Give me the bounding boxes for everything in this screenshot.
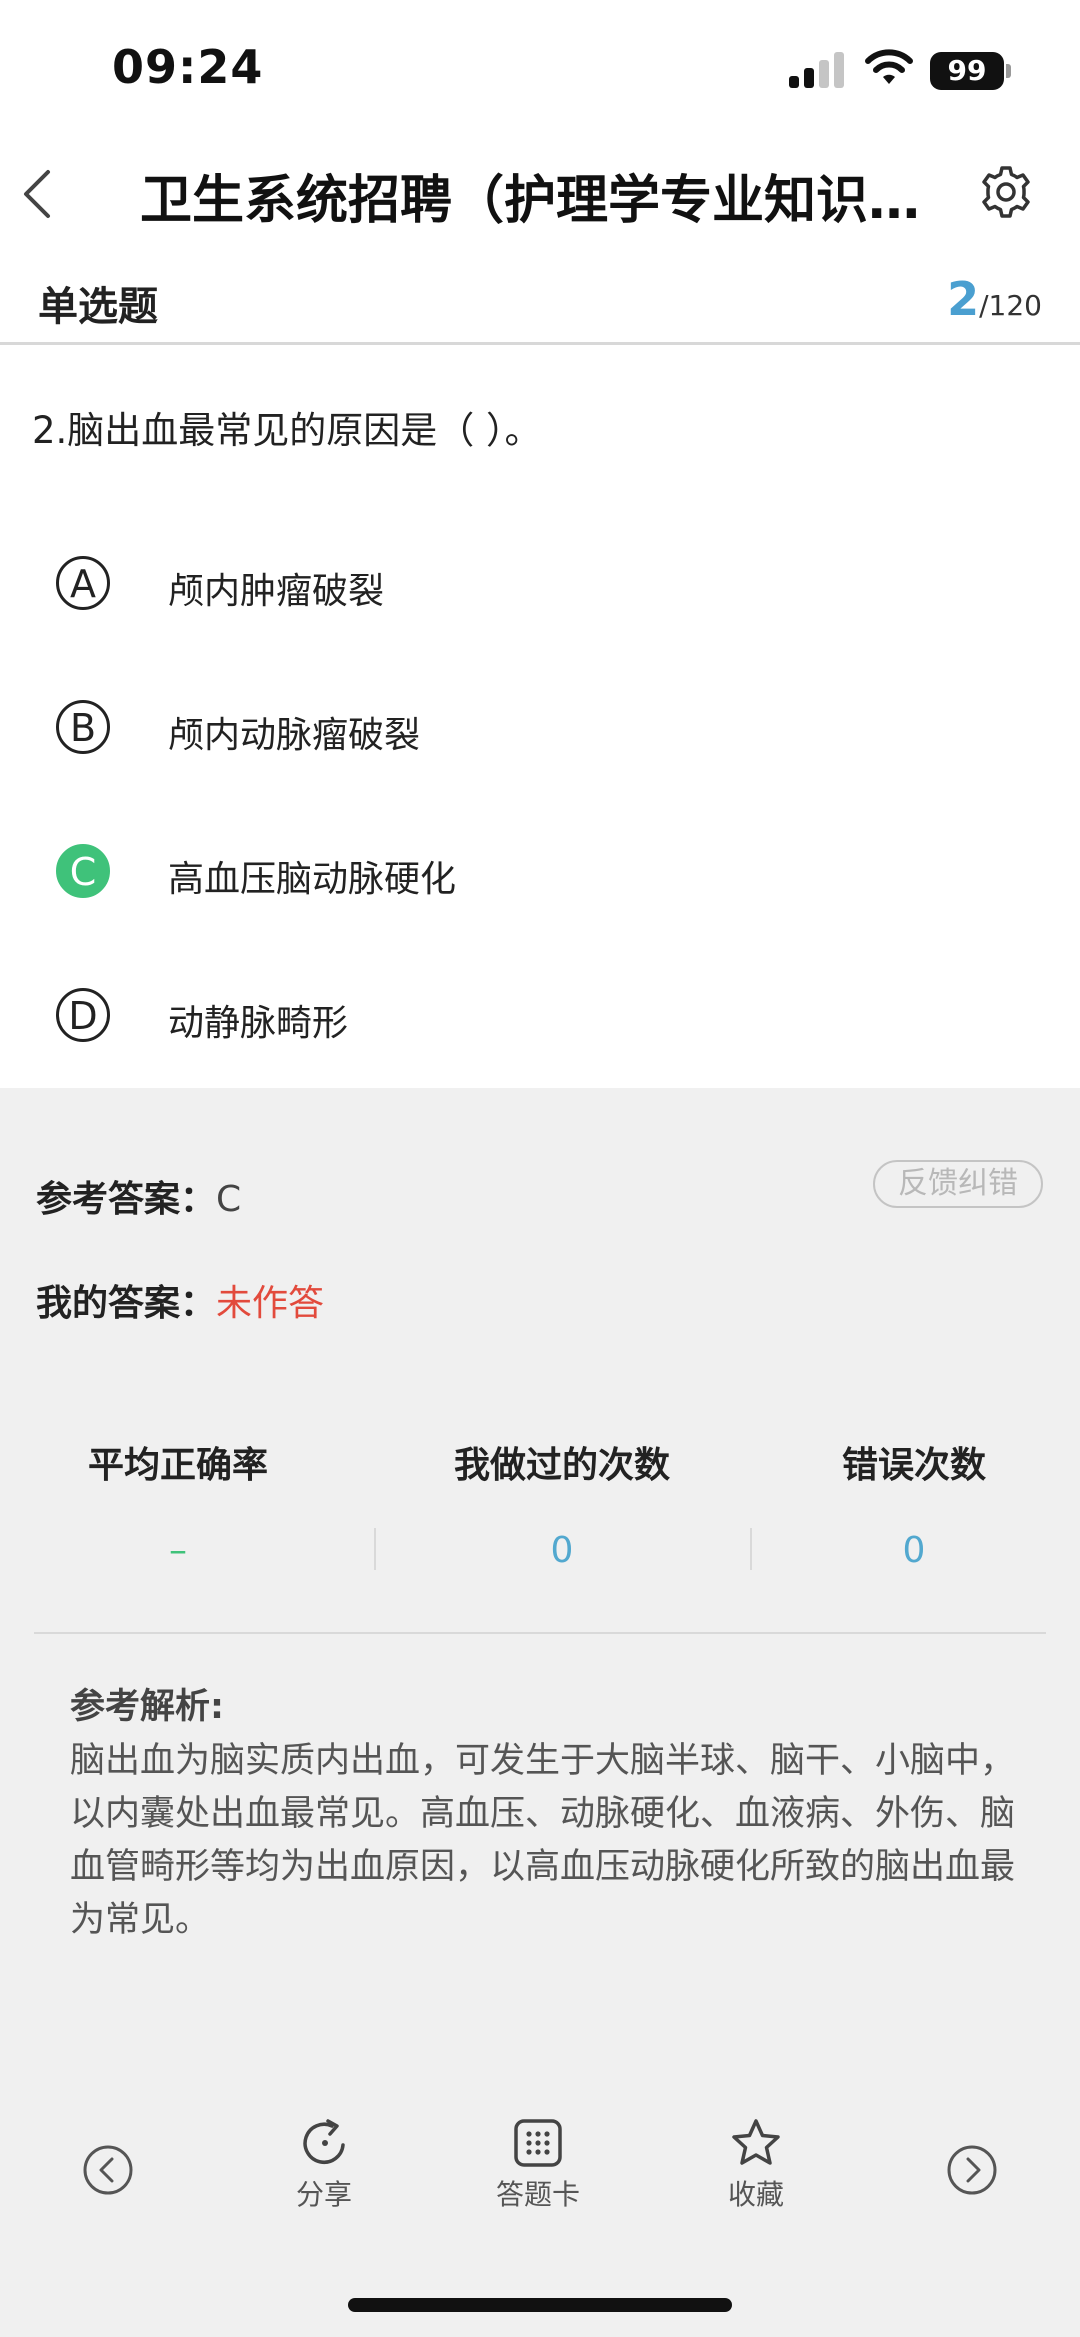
prev-button[interactable] [48, 2143, 168, 2197]
analysis-section: 参考解析: 脑出血为脑实质内出血，可发生于大脑半球、脑干、小脑中，以内囊处出血最… [70, 1678, 1020, 1947]
back-chevron-icon[interactable] [14, 164, 64, 224]
question-type-label: 单选题 [38, 284, 158, 330]
signal-icon [789, 52, 845, 88]
answer-card-label: 答题卡 [495, 2178, 580, 2211]
wifi-icon [865, 49, 913, 84]
star-icon [732, 2119, 780, 2165]
reference-answer-row: 参考答案：C [36, 1170, 241, 1222]
current-question-number: 2 [947, 272, 980, 326]
section-header: 单选题 2/120 [0, 262, 1080, 345]
option-label: 高血压脑动脉硬化 [168, 859, 457, 900]
stat-label: 平均正确率 [87, 1445, 268, 1486]
favorite-label: 收藏 [727, 2178, 784, 2211]
next-icon [947, 2145, 997, 2195]
my-answer-value: 未作答 [216, 1283, 325, 1324]
option-letter: A [56, 556, 110, 610]
grid-icon [514, 2119, 562, 2167]
page-title: 卫生系统招聘（护理学专业知识… [140, 171, 921, 231]
option-letter-correct: C [56, 844, 110, 898]
stat-label: 我做过的次数 [453, 1445, 670, 1486]
stat-value: – [169, 1530, 187, 1571]
answer-card-button[interactable]: 答题卡 [478, 2115, 598, 2213]
stat-value: 0 [902, 1530, 926, 1571]
stat-attempt-count: 我做过的次数 0 [412, 1436, 712, 1571]
question-text: 2.脑出血最常见的原因是（ ）。 [32, 409, 542, 452]
stat-label: 错误次数 [841, 1445, 986, 1486]
share-refresh-icon [303, 2119, 345, 2165]
my-answer-row: 我的答案：未作答 [36, 1274, 324, 1326]
battery-tip [1006, 64, 1011, 78]
option-b[interactable]: B 颅内动脉瘤破裂 [56, 694, 1036, 764]
share-button[interactable]: 分享 [264, 2115, 384, 2213]
option-label: 颅内肿瘤破裂 [168, 571, 385, 612]
stat-average-accuracy: 平均正确率 – [28, 1436, 328, 1571]
stat-value: 0 [550, 1530, 574, 1571]
prev-icon [83, 2145, 133, 2195]
favorite-button[interactable]: 收藏 [696, 2115, 816, 2213]
option-d[interactable]: D 动静脉畸形 [56, 982, 1036, 1052]
divider [34, 1632, 1046, 1634]
total-questions: /120 [979, 289, 1042, 322]
reference-answer-label: 参考答案： [36, 1179, 217, 1220]
reference-answer-value: C [216, 1179, 242, 1220]
share-label: 分享 [295, 2178, 352, 2211]
nav-header: 卫生系统招聘（护理学专业知识… [0, 150, 1080, 231]
gear-icon[interactable] [978, 164, 1034, 220]
question-counter: 2/120 [947, 272, 1042, 326]
stat-divider [374, 1528, 376, 1570]
option-a[interactable]: A 颅内肿瘤破裂 [56, 550, 1036, 620]
option-letter: D [56, 988, 110, 1042]
stats-row: 平均正确率 – 我做过的次数 0 错误次数 0 [0, 1436, 1080, 1596]
option-label: 动静脉畸形 [168, 1003, 349, 1044]
status-time: 09:24 [112, 40, 264, 94]
home-indicator [348, 2298, 732, 2312]
status-bar: 09:24 99 [0, 0, 1080, 135]
bottom-toolbar: 分享 答题卡 收藏 [0, 2115, 1080, 2235]
option-label: 颅内动脉瘤破裂 [168, 715, 421, 756]
stat-error-count: 错误次数 0 [764, 1436, 1064, 1571]
quiz-screen: 09:24 99 卫生系统招聘（护理学专业知识… 单选题 2/120 2.脑出血… [0, 0, 1080, 2337]
feedback-button[interactable]: 反馈纠错 [873, 1160, 1043, 1208]
analysis-text: 脑出血为脑实质内出血，可发生于大脑半球、脑干、小脑中，以内囊处出血最常见。高血压… [70, 1741, 1016, 1940]
next-button[interactable] [912, 2143, 1032, 2197]
my-answer-label: 我的答案： [36, 1283, 217, 1324]
stat-divider [750, 1528, 752, 1570]
option-letter: B [56, 700, 110, 754]
option-c[interactable]: C 高血压脑动脉硬化 [56, 838, 1036, 908]
analysis-title: 参考解析: [70, 1687, 224, 1727]
battery-indicator: 99 [930, 52, 1004, 90]
